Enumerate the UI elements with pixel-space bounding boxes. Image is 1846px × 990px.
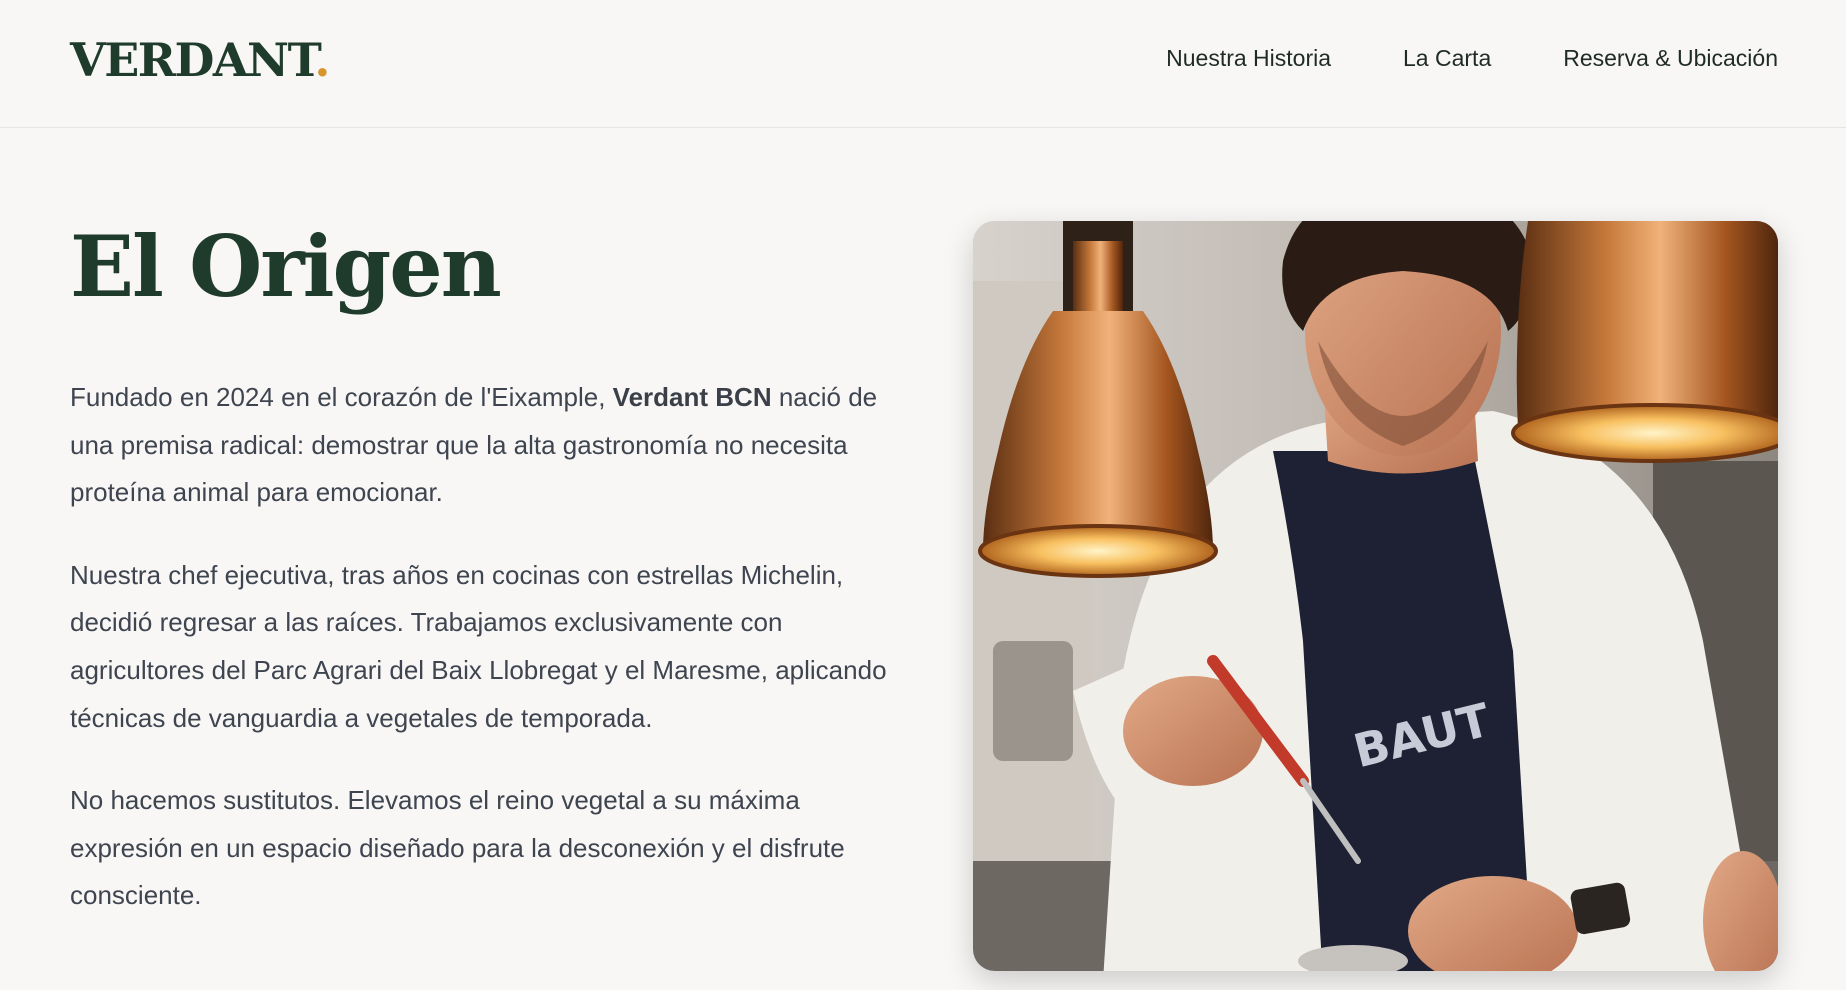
brand-name: VERDANT xyxy=(70,33,316,87)
heat-lamp-right xyxy=(1511,221,1778,463)
brand-dot: . xyxy=(314,33,330,87)
chef-photo: BAUT xyxy=(973,221,1778,971)
story-p1-brand: Verdant BCN xyxy=(612,382,772,412)
story-paragraph-1: Fundado en 2024 en el corazón de l'Eixam… xyxy=(70,374,900,517)
story-p1-intro: Fundado en 2024 en el corazón de l'Eixam… xyxy=(70,382,613,412)
nav-link-reserva-ubicacion[interactable]: Reserva & Ubicación xyxy=(1563,40,1778,76)
section-title: El Origen xyxy=(70,217,502,316)
story-copy: Fundado en 2024 en el corazón de l'Eixam… xyxy=(70,374,900,955)
site-header: VERDANT. Nuestra Historia La Carta Reser… xyxy=(0,0,1846,128)
nav-link-la-carta[interactable]: La Carta xyxy=(1403,40,1491,76)
brand-logo[interactable]: VERDANT. xyxy=(70,30,330,90)
nav-link-nuestra-historia[interactable]: Nuestra Historia xyxy=(1166,40,1331,76)
main-nav: Nuestra Historia La Carta Reserva & Ubic… xyxy=(1166,40,1778,76)
story-paragraph-3: No hacemos sustitutos. Elevamos el reino… xyxy=(70,785,845,911)
story-paragraph-2: Nuestra chef ejecutiva, tras años en coc… xyxy=(70,559,887,733)
